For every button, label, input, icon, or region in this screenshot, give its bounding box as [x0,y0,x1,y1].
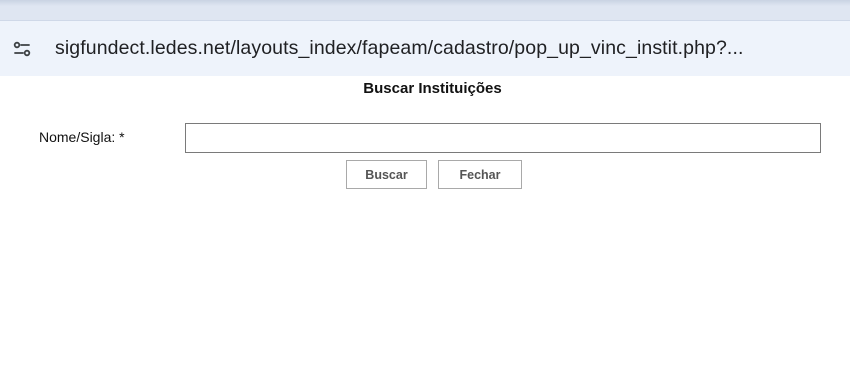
page-content: Buscar Instituições Nome/Sigla: * Buscar… [0,76,850,378]
browser-tab-strip [0,0,850,21]
tune-icon[interactable] [9,36,35,62]
close-button[interactable]: Fechar [438,160,522,189]
search-button[interactable]: Buscar [346,160,427,189]
tab-strip-shadow [0,0,850,6]
url-text[interactable]: sigfundect.ledes.net/layouts_index/fapea… [55,37,744,60]
name-field-label: Nome/Sigla: * [39,129,125,145]
name-input[interactable] [185,123,821,153]
browser-window: sigfundect.ledes.net/layouts_index/fapea… [0,0,850,378]
address-bar[interactable]: sigfundect.ledes.net/layouts_index/fapea… [0,21,850,76]
page-title: Buscar Instituições [363,80,502,97]
